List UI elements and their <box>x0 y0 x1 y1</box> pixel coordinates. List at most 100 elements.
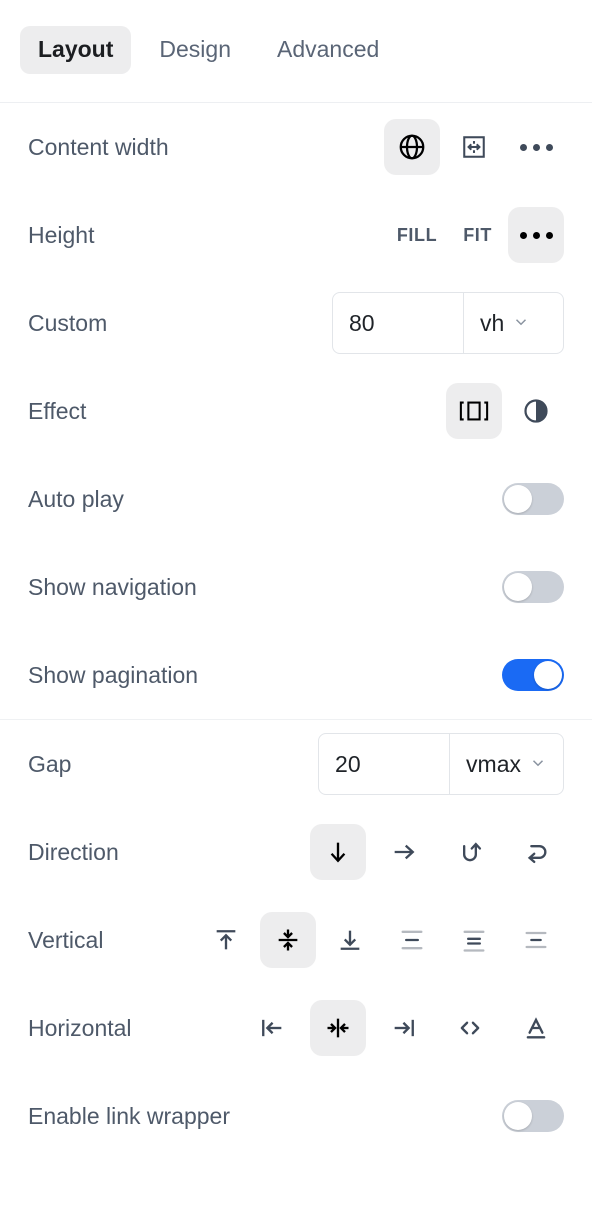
custom-height-unit-select[interactable]: vh <box>463 293 563 353</box>
label-vertical: Vertical <box>28 926 104 953</box>
row-gap: Gap vmax <box>0 720 592 808</box>
vertical-align-options <box>198 912 564 968</box>
show-pagination-toggle[interactable] <box>502 659 564 691</box>
baseline-icon <box>522 1014 550 1042</box>
gap-input-group: vmax <box>318 733 564 795</box>
label-direction: Direction <box>28 838 119 865</box>
tab-bar: Layout Design Advanced <box>0 0 592 103</box>
row-effect: Effect <box>0 367 592 455</box>
custom-height-field: vh <box>332 292 564 354</box>
arrow-down-icon <box>324 838 352 866</box>
layout-section-secondary: Gap vmax Direction <box>0 720 592 1160</box>
settings-panel: Layout Design Advanced Content width Hei… <box>0 0 592 1219</box>
label-show-navigation: Show navigation <box>28 573 197 600</box>
horizontal-align-options <box>244 1000 564 1056</box>
gap-unit-value: vmax <box>466 750 521 777</box>
chevron-down-icon <box>512 310 530 337</box>
fade-effect-button[interactable] <box>508 383 564 439</box>
slide-effect-icon <box>459 398 489 424</box>
space-between-vertical-icon <box>398 926 426 954</box>
row-horizontal-align: Horizontal <box>0 984 592 1072</box>
fixed-width-icon-button[interactable] <box>446 119 502 175</box>
slide-effect-button[interactable] <box>446 383 502 439</box>
row-height: Height FILL FIT <box>0 191 592 279</box>
align-left-button[interactable] <box>244 1000 300 1056</box>
direction-row-reverse-button[interactable] <box>508 824 564 880</box>
tab-advanced[interactable]: Advanced <box>259 26 397 74</box>
stretch-icon <box>456 1014 484 1042</box>
space-evenly-vertical-button[interactable] <box>508 912 564 968</box>
stretch-button[interactable] <box>442 1000 498 1056</box>
effect-options <box>446 383 564 439</box>
show-navigation-toggle[interactable] <box>502 571 564 603</box>
label-gap: Gap <box>28 750 72 777</box>
space-evenly-vertical-icon <box>522 926 550 954</box>
content-width-more-button[interactable] <box>508 119 564 175</box>
arrow-left-reverse-icon <box>522 838 550 866</box>
fade-effect-icon <box>522 397 550 425</box>
auto-play-control <box>502 483 564 515</box>
auto-play-toggle[interactable] <box>502 483 564 515</box>
align-center-button[interactable] <box>310 1000 366 1056</box>
align-middle-button[interactable] <box>260 912 316 968</box>
direction-column-reverse-button[interactable] <box>442 824 498 880</box>
baseline-button[interactable] <box>508 1000 564 1056</box>
gap-field: vmax <box>318 733 564 795</box>
tab-layout[interactable]: Layout <box>20 26 132 74</box>
height-fit-button[interactable]: FIT <box>453 207 502 263</box>
enable-link-wrapper-control <box>502 1100 564 1132</box>
align-bottom-button[interactable] <box>322 912 378 968</box>
label-content-width: Content width <box>28 133 169 160</box>
row-enable-link-wrapper: Enable link wrapper <box>0 1072 592 1160</box>
direction-column-button[interactable] <box>310 824 366 880</box>
align-center-icon <box>324 1014 352 1042</box>
arrow-right-icon <box>390 838 418 866</box>
arrow-up-reverse-icon <box>456 838 484 866</box>
globe-icon-button[interactable] <box>384 119 440 175</box>
toggle-knob <box>504 485 532 513</box>
direction-options <box>310 824 564 880</box>
custom-height-input[interactable] <box>333 293 463 353</box>
space-around-vertical-icon <box>460 926 488 954</box>
gap-unit-select[interactable]: vmax <box>449 734 563 794</box>
ellipsis-icon <box>519 231 553 239</box>
row-custom-height: Custom vh <box>0 279 592 367</box>
label-show-pagination: Show pagination <box>28 661 199 688</box>
enable-link-wrapper-toggle[interactable] <box>502 1100 564 1132</box>
row-content-width: Content width <box>0 103 592 191</box>
align-bottom-icon <box>336 926 364 954</box>
row-vertical-align: Vertical <box>0 896 592 984</box>
height-options: FILL FIT <box>387 207 564 263</box>
gap-input[interactable] <box>319 734 450 794</box>
ellipsis-icon <box>519 143 553 151</box>
direction-row-button[interactable] <box>376 824 432 880</box>
label-custom: Custom <box>28 309 108 336</box>
globe-icon <box>397 132 427 162</box>
row-direction: Direction <box>0 808 592 896</box>
custom-height-unit-value: vh <box>480 309 505 336</box>
height-fill-button[interactable]: FILL <box>387 207 447 263</box>
height-more-button[interactable] <box>508 207 564 263</box>
toggle-knob <box>504 573 532 601</box>
layout-section-primary: Content width Height FILL FIT Custom 80 … <box>0 103 592 719</box>
show-navigation-control <box>502 571 564 603</box>
align-top-icon <box>212 926 240 954</box>
label-horizontal: Horizontal <box>28 1014 132 1041</box>
align-top-button[interactable] <box>198 912 254 968</box>
tab-design[interactable]: Design <box>141 26 249 74</box>
row-show-pagination: Show pagination <box>0 631 592 719</box>
row-show-navigation: Show navigation <box>0 543 592 631</box>
space-around-vertical-button[interactable] <box>446 912 502 968</box>
fixed-width-icon <box>461 134 487 160</box>
space-between-vertical-button[interactable] <box>384 912 440 968</box>
label-height: Height <box>28 221 95 248</box>
toggle-knob <box>534 661 562 689</box>
custom-height-input-group: vh <box>332 292 564 354</box>
align-middle-icon <box>274 926 302 954</box>
chevron-down-icon <box>529 751 547 778</box>
align-right-button[interactable] <box>376 1000 432 1056</box>
row-auto-play: Auto play <box>0 455 592 543</box>
align-right-icon <box>390 1014 418 1042</box>
label-auto-play: Auto play <box>28 485 124 512</box>
align-left-icon <box>258 1014 286 1042</box>
